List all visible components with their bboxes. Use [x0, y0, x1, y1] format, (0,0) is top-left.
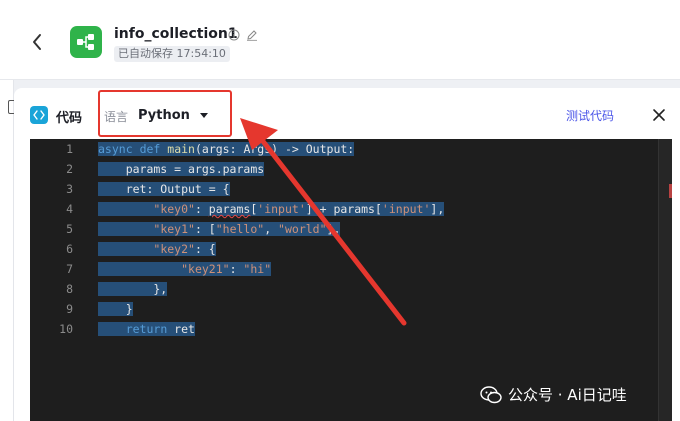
line-number: 3	[66, 182, 73, 196]
test-code-button[interactable]: 测试代码	[566, 107, 614, 124]
line-number-gutter: 1 2 3 4 5 6 7 8 9 10	[30, 139, 80, 339]
save-status: 已自动保存 17:54:10	[114, 46, 230, 62]
code-line: ret: Output = {	[98, 182, 230, 196]
code-panel: 代码 语言 Python 测试代码 1 2 3 4 5 6 7 8 9 10 a…	[14, 88, 680, 421]
chevron-left-icon	[33, 34, 41, 50]
code-editor[interactable]: 1 2 3 4 5 6 7 8 9 10 async def main(args…	[30, 139, 672, 421]
code-line: async def main(args: Args) -> Output:	[98, 142, 355, 156]
top-header: info_collection1 已自动保存 17:54:10	[0, 0, 680, 80]
language-select[interactable]: Python	[138, 104, 208, 126]
app-title: info_collection1	[114, 26, 238, 42]
line-number: 6	[66, 242, 73, 256]
line-number: 2	[66, 162, 73, 176]
language-value: Python	[138, 107, 190, 123]
close-button[interactable]	[652, 107, 666, 121]
line-number: 4	[66, 202, 73, 216]
code-line: "key1": ["hello", "world"],	[98, 219, 444, 239]
panel-header: 代码 语言 Python 测试代码	[14, 88, 680, 138]
wechat-icon	[480, 385, 502, 403]
line-number: 5	[66, 222, 73, 236]
code-line: "key0": params['input'] + params['input'…	[98, 199, 445, 219]
info-icon[interactable]	[228, 26, 240, 41]
code-line: "key21": "hi"	[98, 259, 444, 279]
line-number: 8	[66, 282, 73, 296]
watermark-text: 公众号 · Ai日记哇	[508, 386, 627, 404]
code-lines: async def main(args: Args) -> Output: pa…	[98, 139, 445, 339]
watermark: 公众号 · Ai日记哇	[480, 384, 627, 405]
editor-scrollbar[interactable]	[658, 139, 672, 421]
app-logo	[70, 26, 102, 58]
language-label: 语言	[104, 110, 129, 124]
caret-down-icon	[199, 112, 208, 118]
code-icon	[30, 106, 48, 124]
line-number: 10	[59, 322, 73, 336]
line-number: 1	[66, 142, 73, 156]
panel-title: 代码	[56, 111, 83, 126]
code-line: },	[98, 282, 168, 296]
close-icon	[653, 109, 665, 121]
line-number: 9	[66, 302, 73, 316]
code-line: "key2": {	[98, 239, 444, 259]
code-line: }	[98, 302, 133, 316]
back-button[interactable]	[28, 30, 48, 54]
edit-icon[interactable]	[246, 26, 258, 41]
error-marker	[669, 184, 672, 198]
left-sidebar	[0, 80, 20, 421]
code-line: params = args.params	[98, 162, 265, 176]
line-number: 7	[66, 262, 73, 276]
code-line: return ret	[98, 319, 444, 339]
flow-icon	[77, 34, 94, 50]
